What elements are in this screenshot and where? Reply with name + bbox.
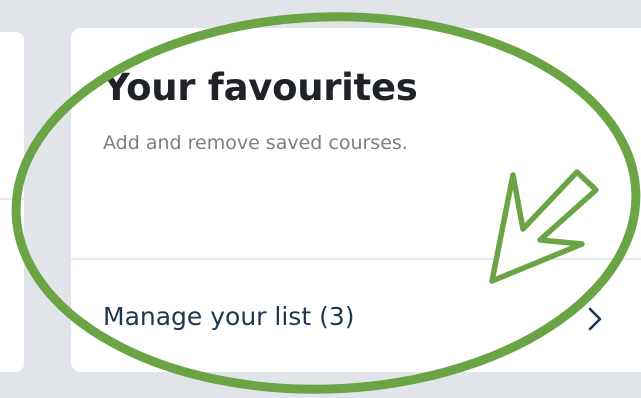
adjacent-card-divider (0, 198, 24, 200)
page: Your favourites Add and remove saved cou… (0, 0, 641, 398)
chevron-right-icon (588, 307, 602, 331)
manage-list-link[interactable]: Manage your list (3) (71, 260, 641, 372)
favourites-card: Your favourites Add and remove saved cou… (71, 28, 641, 372)
manage-list-label: Manage your list (3) (103, 302, 355, 331)
card-subtitle: Add and remove saved courses. (103, 132, 408, 154)
card-title: Your favourites (103, 66, 418, 109)
adjacent-card (0, 32, 24, 372)
